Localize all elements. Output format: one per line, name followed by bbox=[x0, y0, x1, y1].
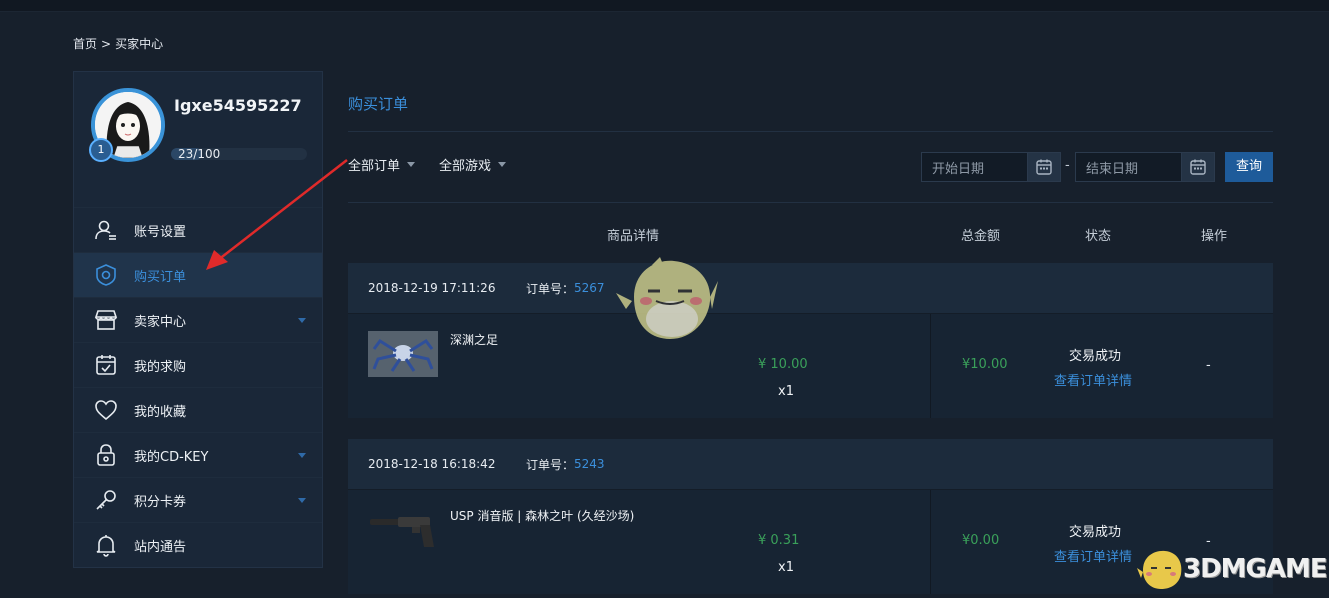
calendar-icon[interactable] bbox=[1027, 153, 1060, 181]
start-date-input[interactable]: 开始日期 bbox=[921, 152, 1061, 182]
order-type-label: 全部订单 bbox=[348, 159, 401, 174]
end-date-placeholder: 结束日期 bbox=[1086, 161, 1139, 177]
sidebar-item-label: 购买订单 bbox=[134, 269, 187, 285]
filter-divider bbox=[348, 202, 1273, 203]
order-card: 2018-12-18 16:18:42 订单号： 5243 USP 消音版 | 森… bbox=[348, 439, 1273, 594]
order-action: - bbox=[1206, 534, 1211, 549]
order-number[interactable]: 5267 bbox=[574, 281, 605, 295]
sidebar-item[interactable]: 我的收藏 bbox=[74, 387, 322, 432]
order-number-label: 订单号： bbox=[526, 457, 575, 472]
mascot-watermark-icon bbox=[616, 257, 718, 339]
sidebar-item-label: 我的CD-KEY bbox=[134, 449, 209, 465]
sidebar-item-label: 积分卡券 bbox=[134, 494, 187, 510]
key-icon bbox=[93, 487, 119, 513]
order-card: 2018-12-19 17:11:26 订单号： 5267 深渊之足 ¥ 10.0… bbox=[348, 263, 1273, 418]
breadcrumb-separator: > bbox=[101, 37, 112, 51]
sidebar-item[interactable]: 卖家中心 bbox=[74, 297, 322, 342]
breadcrumb: 首页 > 买家中心 bbox=[73, 35, 167, 52]
sidebar-item-label: 账号设置 bbox=[134, 224, 187, 240]
view-order-details-link[interactable]: 查看订单详情 bbox=[1054, 546, 1132, 565]
sidebar-item[interactable]: 我的CD-KEY bbox=[74, 432, 322, 477]
item-thumbnail[interactable] bbox=[368, 331, 438, 377]
item-thumbnail[interactable] bbox=[368, 507, 438, 553]
level-badge: 1 bbox=[89, 138, 113, 162]
order-total: ¥10.00 bbox=[962, 357, 1008, 372]
order-number[interactable]: 5243 bbox=[574, 457, 605, 471]
column-divider bbox=[930, 314, 931, 418]
watermark-text: 3DMGAME bbox=[1183, 554, 1328, 584]
lock-icon bbox=[93, 442, 119, 468]
order-action: - bbox=[1206, 358, 1211, 373]
chevron-down-icon[interactable] bbox=[298, 318, 306, 323]
order-type-dropdown[interactable]: 全部订单 bbox=[348, 155, 416, 174]
top-bar bbox=[0, 0, 1329, 12]
shield-icon bbox=[93, 262, 119, 288]
sidebar-item-label: 站内通告 bbox=[134, 539, 187, 555]
calendar-check-icon bbox=[93, 352, 119, 378]
breadcrumb-home[interactable]: 首页 bbox=[73, 37, 97, 51]
item-name[interactable]: USP 消音版 | 森林之叶 (久经沙场) bbox=[450, 507, 634, 524]
order-status: 交易成功 bbox=[1069, 525, 1122, 540]
column-divider bbox=[930, 490, 931, 594]
sidebar-item-label: 我的求购 bbox=[134, 359, 187, 375]
title-divider bbox=[348, 131, 1273, 132]
watermark-logo: 3DMGAME bbox=[1137, 548, 1328, 590]
sidebar-item[interactable]: 购买订单 bbox=[74, 252, 322, 297]
order-time: 2018-12-18 16:18:42 bbox=[368, 457, 496, 471]
watermark-mascot-icon bbox=[1137, 550, 1182, 589]
order-status: 交易成功 bbox=[1069, 349, 1122, 364]
sidebar: 1 Igxe54595227 23/100 账号设置购买订单卖家中心我的求购我的… bbox=[73, 71, 323, 568]
user-settings-icon bbox=[93, 217, 119, 243]
end-date-input[interactable]: 结束日期 bbox=[1075, 152, 1215, 182]
chevron-down-icon[interactable] bbox=[298, 453, 306, 458]
heart-icon bbox=[93, 397, 119, 423]
store-icon bbox=[93, 307, 119, 333]
query-button[interactable]: 查询 bbox=[1225, 152, 1273, 182]
order-total: ¥0.00 bbox=[962, 533, 1000, 548]
item-price: ¥ 0.31 bbox=[758, 533, 800, 548]
game-dropdown[interactable]: 全部游戏 bbox=[439, 155, 507, 174]
item-quantity: x1 bbox=[778, 560, 794, 575]
item-quantity: x1 bbox=[778, 384, 794, 399]
column-header-action: 操作 bbox=[1201, 229, 1228, 244]
bell-icon bbox=[93, 532, 119, 558]
breadcrumb-current[interactable]: 买家中心 bbox=[115, 37, 163, 51]
date-range-dash: - bbox=[1065, 158, 1070, 173]
sidebar-item[interactable]: 我的求购 bbox=[74, 342, 322, 387]
sidebar-item-label: 我的收藏 bbox=[134, 404, 187, 420]
order-time: 2018-12-19 17:11:26 bbox=[368, 281, 496, 295]
calendar-icon[interactable] bbox=[1181, 153, 1214, 181]
username: Igxe54595227 bbox=[174, 96, 302, 115]
column-header-total: 总金额 bbox=[961, 229, 1001, 244]
column-header-status: 状态 bbox=[1085, 229, 1112, 244]
item-price: ¥ 10.00 bbox=[758, 357, 808, 372]
sidebar-nav: 账号设置购买订单卖家中心我的求购我的收藏我的CD-KEY 积分卡券站内通告 bbox=[74, 207, 322, 567]
order-header: 2018-12-19 17:11:26 订单号： 5267 bbox=[348, 263, 1273, 314]
order-body: USP 消音版 | 森林之叶 (久经沙场) ¥ 0.31 x1 ¥0.00 交易… bbox=[348, 490, 1273, 594]
chevron-down-icon bbox=[407, 162, 416, 167]
chevron-down-icon[interactable] bbox=[298, 498, 306, 503]
column-header-details: 商品详情 bbox=[607, 229, 660, 244]
order-body: 深渊之足 ¥ 10.00 x1 ¥10.00 交易成功 查看订单详情 - bbox=[348, 314, 1273, 418]
order-header: 2018-12-18 16:18:42 订单号： 5243 bbox=[348, 439, 1273, 490]
item-name[interactable]: 深渊之足 bbox=[450, 331, 498, 348]
page-title: 购买订单 bbox=[348, 95, 409, 113]
sidebar-item[interactable]: 站内通告 bbox=[74, 522, 322, 567]
sidebar-item[interactable]: 账号设置 bbox=[74, 207, 322, 252]
experience-progress-text: 23/100 bbox=[178, 147, 221, 161]
chevron-down-icon bbox=[498, 162, 507, 167]
order-number-label: 订单号： bbox=[526, 281, 575, 296]
sidebar-item-label: 卖家中心 bbox=[134, 314, 187, 330]
game-filter-label: 全部游戏 bbox=[439, 159, 492, 174]
sidebar-item[interactable]: 积分卡券 bbox=[74, 477, 322, 522]
start-date-placeholder: 开始日期 bbox=[932, 161, 985, 177]
view-order-details-link[interactable]: 查看订单详情 bbox=[1054, 370, 1132, 389]
